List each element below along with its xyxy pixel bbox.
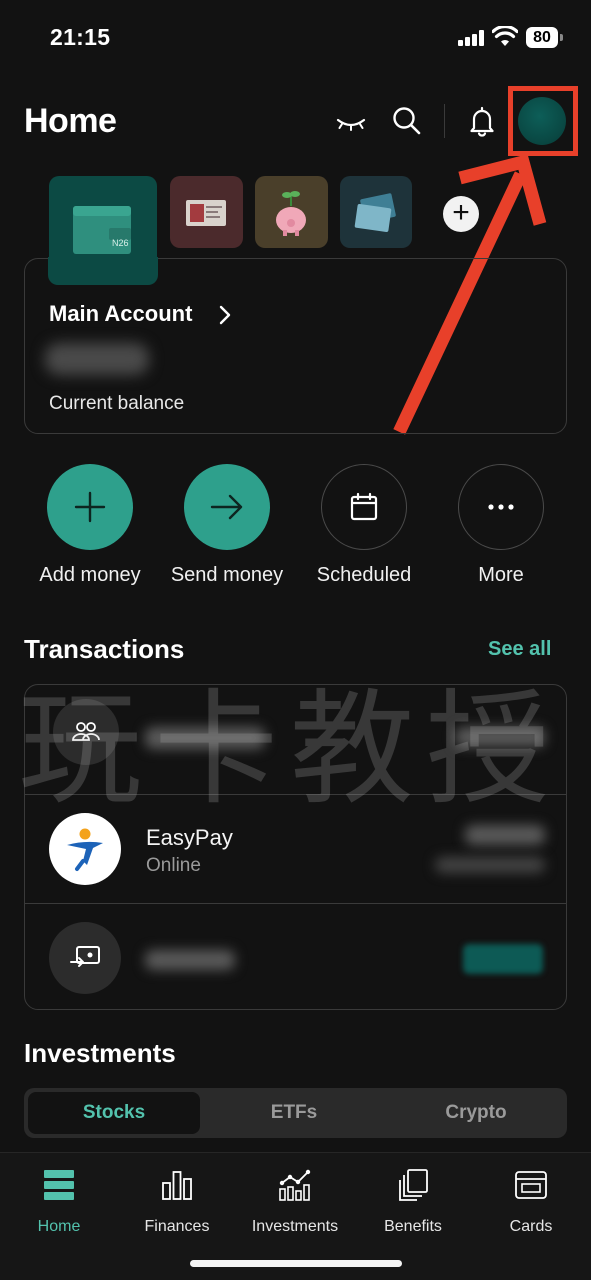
chevron-right-icon: [219, 305, 231, 325]
transactions-title: Transactions: [24, 634, 185, 664]
transaction-name-blurred: [145, 727, 265, 749]
transaction-date-blurred: [435, 857, 545, 873]
ellipsis-icon: [458, 464, 544, 550]
tab-investments-label: Investments: [251, 1218, 339, 1235]
add-account-button[interactable]: +: [443, 196, 479, 232]
more-label: More: [478, 564, 524, 586]
tab-home[interactable]: Home: [4, 1167, 114, 1236]
transaction-amount-blurred: [465, 825, 545, 845]
transaction-row[interactable]: [25, 685, 566, 793]
card-icon: [515, 1171, 547, 1199]
send-money-button[interactable]: Send money: [167, 464, 287, 587]
signal-icon: [458, 30, 486, 46]
tablet-icon: [186, 200, 226, 226]
stack-icon: [399, 1169, 428, 1201]
annotation-highlight-box: [508, 86, 578, 156]
cards-stack-icon: [354, 193, 396, 232]
transaction-amount-blurred: [455, 727, 545, 747]
piggy-bank-icon: [276, 191, 306, 236]
tab-benefits[interactable]: Benefits: [358, 1167, 468, 1236]
home-icon: [44, 1170, 74, 1200]
bell-icon[interactable]: [465, 104, 499, 138]
investments-segmented-control: Stocks ETFs Crypto: [24, 1088, 567, 1138]
battery-indicator: 80: [526, 27, 563, 48]
hide-balance-eye-icon[interactable]: [334, 104, 368, 138]
search-icon[interactable]: [390, 104, 424, 138]
transaction-amount-blurred: [463, 944, 543, 974]
header-divider: [444, 104, 445, 138]
tile-connector: [48, 257, 158, 285]
see-all-link[interactable]: See all: [488, 638, 551, 661]
tab-cards[interactable]: Cards: [476, 1167, 586, 1236]
group-icon: [53, 699, 119, 765]
wifi-icon: [492, 26, 518, 46]
transaction-name-blurred: [145, 950, 235, 970]
transfer-icon: [49, 922, 121, 994]
arrow-right-icon: [184, 464, 270, 550]
svg-text:N26: N26: [112, 238, 129, 248]
bar-chart-icon: [162, 1171, 192, 1200]
easypay-logo: [49, 813, 121, 885]
send-money-label: Send money: [170, 564, 284, 586]
line-chart-icon: [279, 1169, 311, 1201]
more-button[interactable]: More: [441, 464, 561, 587]
status-bar: 21:15 80: [0, 0, 591, 76]
transaction-merchant: EasyPay: [146, 825, 233, 850]
tab-finances[interactable]: Finances: [122, 1167, 232, 1236]
tab-etfs[interactable]: ETFs: [208, 1092, 380, 1134]
account-name: Main Account: [49, 301, 193, 326]
status-time: 21:15: [50, 24, 111, 50]
add-money-label: Add money: [39, 564, 141, 586]
transaction-row-easypay[interactable]: EasyPay Online: [25, 794, 566, 902]
account-tile-piggy[interactable]: [255, 176, 328, 248]
tab-finances-label: Finances: [144, 1218, 210, 1235]
scheduled-label: Scheduled: [316, 564, 412, 586]
home-indicator[interactable]: [190, 1260, 402, 1267]
balance-label: Current balance: [49, 393, 185, 414]
scheduled-button[interactable]: Scheduled: [304, 464, 424, 587]
main-account-card[interactable]: Main Account Current balance: [24, 257, 567, 434]
add-money-button[interactable]: Add money: [30, 464, 150, 587]
transaction-type: Online: [146, 855, 201, 876]
tab-crypto[interactable]: Crypto: [390, 1092, 562, 1134]
tab-home-label: Home: [37, 1218, 81, 1235]
investments-title: Investments: [24, 1038, 176, 1068]
account-tile-tablet[interactable]: [170, 176, 243, 248]
tab-stocks[interactable]: Stocks: [28, 1092, 200, 1134]
account-tile-cards[interactable]: [340, 176, 412, 248]
balance-amount-blurred: [45, 343, 149, 375]
page-title: Home: [24, 102, 117, 140]
tab-investments[interactable]: Investments: [240, 1167, 350, 1236]
tab-benefits-label: Benefits: [384, 1218, 442, 1235]
transaction-row[interactable]: [25, 903, 566, 1009]
tab-cards-label: Cards: [509, 1218, 553, 1235]
transactions-list: EasyPay Online: [24, 684, 567, 1010]
plus-icon: [47, 464, 133, 550]
calendar-icon: [321, 464, 407, 550]
